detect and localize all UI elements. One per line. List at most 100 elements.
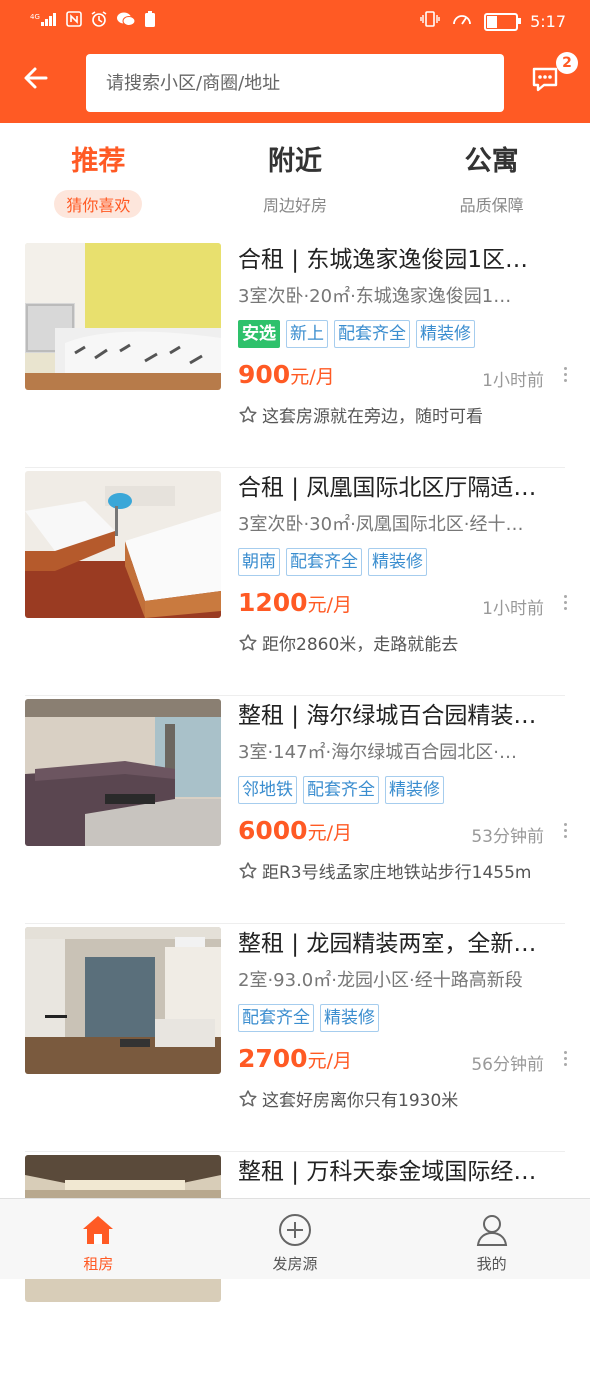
listing-title: 整租 | 龙园精装两室，全新…: [238, 931, 537, 957]
listing-tags: 邻地铁 配套齐全 精装修: [238, 776, 444, 804]
svg-text:4G: 4G: [30, 13, 40, 21]
tab-subtitle: 周边好房: [263, 196, 328, 215]
search-box[interactable]: [86, 54, 504, 112]
listing-price: 2700元/月: [238, 1044, 352, 1073]
tag-badge: 精装修: [416, 320, 475, 348]
battery-saver-icon: [144, 10, 156, 33]
listing-subtitle: 3室次卧·30㎡·凤凰国际北区·经十…: [238, 514, 524, 535]
search-input[interactable]: [86, 54, 504, 112]
tag-badge: 朝南: [238, 548, 280, 576]
tab-title: 推荐: [71, 146, 126, 177]
listing-title: 合租 | 凤凰国际北区厅隔适…: [238, 475, 537, 501]
listing-title: 合租 | 东城逸家逸俊园1区…: [238, 247, 529, 273]
listing-price: 900元/月: [238, 360, 335, 389]
category-tabs: 推荐 猜你喜欢 附近 周边好房 公寓 品质保障: [0, 140, 590, 230]
nav-label: 发房源: [272, 1255, 318, 1273]
signal-icon: 4G: [30, 11, 58, 32]
battery-icon: [484, 12, 522, 31]
tab-recommend[interactable]: 推荐 猜你喜欢: [0, 140, 197, 230]
listing-tags: 配套齐全 精装修: [238, 1004, 379, 1032]
star-outline-icon: [239, 1089, 257, 1106]
price-value: 2700: [238, 1044, 308, 1073]
listing-subtitle: 2室·93.0㎡·龙园小区·经十路高新段: [238, 970, 523, 991]
price-unit: 元/月: [307, 1050, 352, 1072]
tag-badge: 邻地铁: [238, 776, 297, 804]
wechat-icon: [116, 11, 136, 32]
listing-card[interactable]: 整租 | 海尔绿城百合园精装… 3室·147㎡·海尔绿城百合园北区·… 邻地铁 …: [0, 696, 590, 924]
star-outline-icon: [239, 405, 257, 422]
tag-badge: 精装修: [320, 1004, 379, 1032]
listing-time: 1小时前: [482, 371, 544, 391]
note-text: 距R3号线孟家庄地铁站步行1455m: [262, 863, 532, 883]
message-icon: [532, 67, 558, 92]
listing-photo[interactable]: [25, 699, 221, 846]
more-options-button[interactable]: [560, 364, 570, 388]
note-text: 距你2860米，走路就能去: [262, 635, 459, 655]
alarm-icon: [90, 10, 108, 33]
more-options-button[interactable]: [560, 820, 570, 844]
tab-nearby[interactable]: 附近 周边好房: [197, 140, 394, 230]
more-options-button[interactable]: [560, 1048, 570, 1072]
nfc-icon: [66, 11, 82, 32]
tag-badge: 安选: [238, 320, 280, 348]
listing-note: 距你2860米，走路就能去: [238, 630, 458, 655]
listing-photo[interactable]: [25, 927, 221, 1074]
note-text: 这套房源就在旁边，随时可看: [262, 407, 483, 427]
status-bar: 4G 5:17: [0, 0, 590, 40]
listing-title: 整租 | 海尔绿城百合园精装…: [238, 703, 537, 729]
tag-badge: 配套齐全: [334, 320, 410, 348]
vibrate-icon: [420, 10, 440, 33]
listing-time: 56分钟前: [471, 1055, 544, 1075]
nav-profile[interactable]: 我的: [393, 1199, 590, 1279]
note-text: 这套好房离你只有1930米: [262, 1091, 459, 1111]
listing-photo[interactable]: [25, 471, 221, 618]
price-value: 1200: [238, 588, 308, 617]
star-outline-icon: [239, 633, 257, 650]
tab-subtitle: 品质保障: [459, 196, 524, 215]
back-button[interactable]: [20, 62, 56, 98]
tab-apartment[interactable]: 公寓 品质保障: [393, 140, 590, 230]
nav-rent[interactable]: 租房: [0, 1199, 197, 1279]
tag-badge: 配套齐全: [286, 548, 362, 576]
tag-badge: 配套齐全: [238, 1004, 314, 1032]
listing-note: 这套好房离你只有1930米: [238, 1086, 458, 1111]
listing-price: 1200元/月: [238, 588, 352, 617]
bottom-nav: 租房 发房源 我的: [0, 1198, 590, 1279]
nav-label: 租房: [83, 1255, 114, 1273]
speed-icon: [452, 10, 472, 33]
price-value: 900: [238, 360, 291, 389]
nav-label: 我的: [476, 1255, 507, 1273]
home-icon: [83, 1216, 114, 1244]
price-value: 6000: [238, 816, 308, 845]
listing-note: 这套房源就在旁边，随时可看: [238, 402, 483, 427]
nav-post-listing[interactable]: 发房源: [197, 1199, 394, 1279]
star-outline-icon: [239, 861, 257, 878]
tag-badge: 新上: [286, 320, 328, 348]
price-unit: 元/月: [307, 594, 352, 616]
listing-time: 53分钟前: [471, 827, 544, 847]
listing-note: 距R3号线孟家庄地铁站步行1455m: [238, 858, 531, 883]
header: 4G 5:17 请搜索小区/商圈/地址 2: [0, 0, 590, 123]
status-time: 5:17: [530, 12, 566, 31]
tag-badge: 精装修: [385, 776, 444, 804]
tag-badge: 配套齐全: [303, 776, 379, 804]
listing-tags: 朝南 配套齐全 精装修: [238, 548, 427, 576]
listing-card[interactable]: 合租 | 东城逸家逸俊园1区… 3室次卧·20㎡·东城逸家逸俊园1… 安选 新上…: [0, 240, 590, 468]
tab-title: 附近: [268, 146, 322, 177]
message-count-badge: 2: [556, 52, 578, 74]
back-arrow-icon: [24, 67, 48, 89]
listing-title: 整租 | 万科天泰金域国际经…: [238, 1159, 537, 1185]
listing-time: 1小时前: [482, 599, 544, 619]
listing-card[interactable]: 整租 | 龙园精装两室，全新… 2室·93.0㎡·龙园小区·经十路高新段 配套齐…: [0, 924, 590, 1152]
listing-price: 6000元/月: [238, 816, 352, 845]
listing-photo[interactable]: [25, 243, 221, 390]
listing-subtitle: 3室次卧·20㎡·东城逸家逸俊园1…: [238, 286, 512, 307]
tab-subtitle: 猜你喜欢: [54, 190, 143, 218]
listing-card[interactable]: 合租 | 凤凰国际北区厅隔适… 3室次卧·30㎡·凤凰国际北区·经十… 朝南 配…: [0, 468, 590, 696]
listing-subtitle: 3室·147㎡·海尔绿城百合园北区·…: [238, 742, 517, 763]
price-unit: 元/月: [307, 822, 352, 844]
price-unit: 元/月: [290, 366, 335, 388]
more-options-button[interactable]: [560, 592, 570, 616]
user-icon: [476, 1215, 507, 1246]
tab-title: 公寓: [464, 146, 519, 177]
